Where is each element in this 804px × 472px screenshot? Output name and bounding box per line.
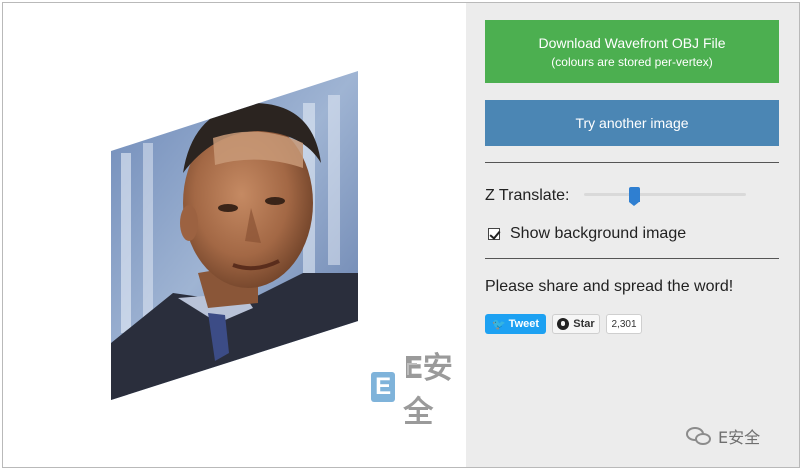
checkbox-checked-icon[interactable] [488, 228, 501, 240]
control-sidebar: Download Wavefront OBJ File (colours are… [466, 3, 799, 467]
tweet-label: Tweet [508, 318, 540, 330]
watermark-center: E E安全 [371, 351, 476, 430]
3d-viewport[interactable]: E E安全 [3, 3, 476, 467]
watermark-text: E安全 [403, 351, 452, 430]
github-star-button[interactable]: Star [552, 314, 600, 334]
z-translate-slider[interactable] [584, 187, 746, 206]
app-frame: E E安全 Download Wavefront OBJ File (colou… [2, 2, 800, 468]
show-background-toggle[interactable]: Show background image [488, 225, 686, 243]
try-another-image-button[interactable]: Try another image [485, 100, 779, 146]
divider [485, 258, 779, 259]
divider [485, 162, 779, 163]
watermark-corner-text: E安全 [718, 428, 761, 447]
watermark-bracket-left [407, 363, 417, 375]
download-button-sublabel: (colours are stored per-vertex) [551, 55, 713, 69]
show-background-label[interactable]: Show background image [510, 225, 686, 243]
star-count-badge[interactable]: 2,301 [606, 314, 642, 334]
download-obj-button[interactable]: Download Wavefront OBJ File (colours are… [485, 20, 779, 83]
slider-track[interactable] [584, 193, 746, 196]
watermark-corner: E安全 [686, 424, 760, 448]
watermark-logo-icon: E [371, 372, 396, 402]
tweet-button[interactable]: 🐦 Tweet [485, 314, 546, 334]
star-label: Star [573, 318, 595, 330]
z-translate-label: Z Translate: [485, 187, 570, 204]
github-octocat-icon [557, 318, 570, 330]
slider-thumb[interactable] [629, 187, 640, 206]
wechat-icon [686, 425, 712, 447]
download-button-label: Download Wavefront OBJ File [538, 35, 726, 51]
share-prompt: Please share and spread the word! [485, 278, 734, 295]
twitter-bird-icon: 🐦 [491, 318, 506, 331]
